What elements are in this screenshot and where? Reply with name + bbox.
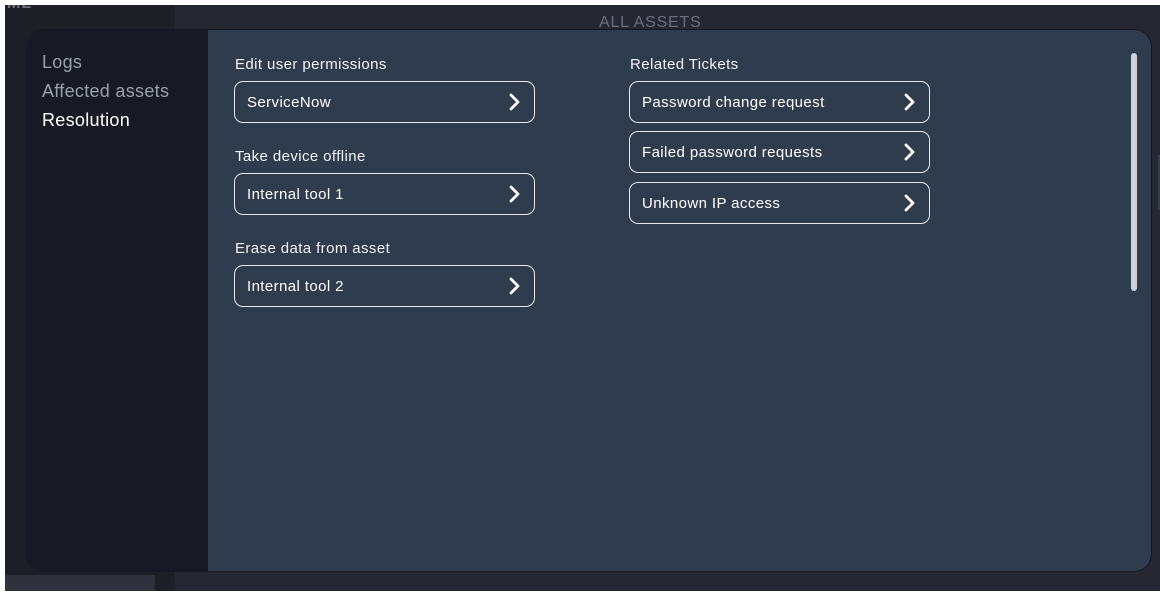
edit-user-permissions-label: Edit user permissions [235, 56, 387, 73]
ticket-unknown-ip-access[interactable]: Unknown IP access [629, 182, 930, 224]
chevron-right-icon [509, 277, 520, 295]
ticket-label: Unknown IP access [642, 194, 781, 212]
internal-tool-1-button-label: Internal tool 1 [247, 185, 344, 203]
chevron-right-icon [509, 93, 520, 111]
erase-data-label: Erase data from asset [235, 240, 391, 257]
resolution-panel: Edit user permissions ServiceNow Take de… [208, 30, 1151, 571]
internal-tool-1-button[interactable]: Internal tool 1 [234, 173, 535, 215]
ticket-failed-password-requests[interactable]: Failed password requests [629, 131, 930, 173]
ticket-label: Password change request [642, 93, 825, 111]
backdrop-footer-block [5, 575, 155, 591]
ticket-password-change-request[interactable]: Password change request [629, 81, 930, 123]
sidebar-item-affected-assets[interactable]: Affected assets [42, 77, 208, 106]
chevron-right-icon [904, 143, 915, 161]
sidebar-item-resolution[interactable]: Resolution [42, 106, 208, 135]
sidebar-item-logs[interactable]: Logs [42, 48, 208, 77]
backdrop-corner-text: ML [7, 5, 32, 13]
chevron-right-icon [509, 185, 520, 203]
take-device-offline-label: Take device offline [235, 148, 366, 165]
ticket-label: Failed password requests [642, 143, 823, 161]
scrollbar-thumb[interactable] [1131, 53, 1137, 291]
modal-sidebar: Logs Affected assets Resolution [27, 30, 208, 571]
resolution-modal: Logs Affected assets Resolution Edit use… [26, 29, 1152, 572]
chevron-right-icon [904, 93, 915, 111]
internal-tool-2-button-label: Internal tool 2 [247, 277, 344, 295]
related-tickets-heading: Related Tickets [630, 56, 739, 73]
servicenow-button[interactable]: ServiceNow [234, 81, 535, 123]
internal-tool-2-button[interactable]: Internal tool 2 [234, 265, 535, 307]
chevron-right-icon [904, 194, 915, 212]
servicenow-button-label: ServiceNow [247, 93, 332, 111]
